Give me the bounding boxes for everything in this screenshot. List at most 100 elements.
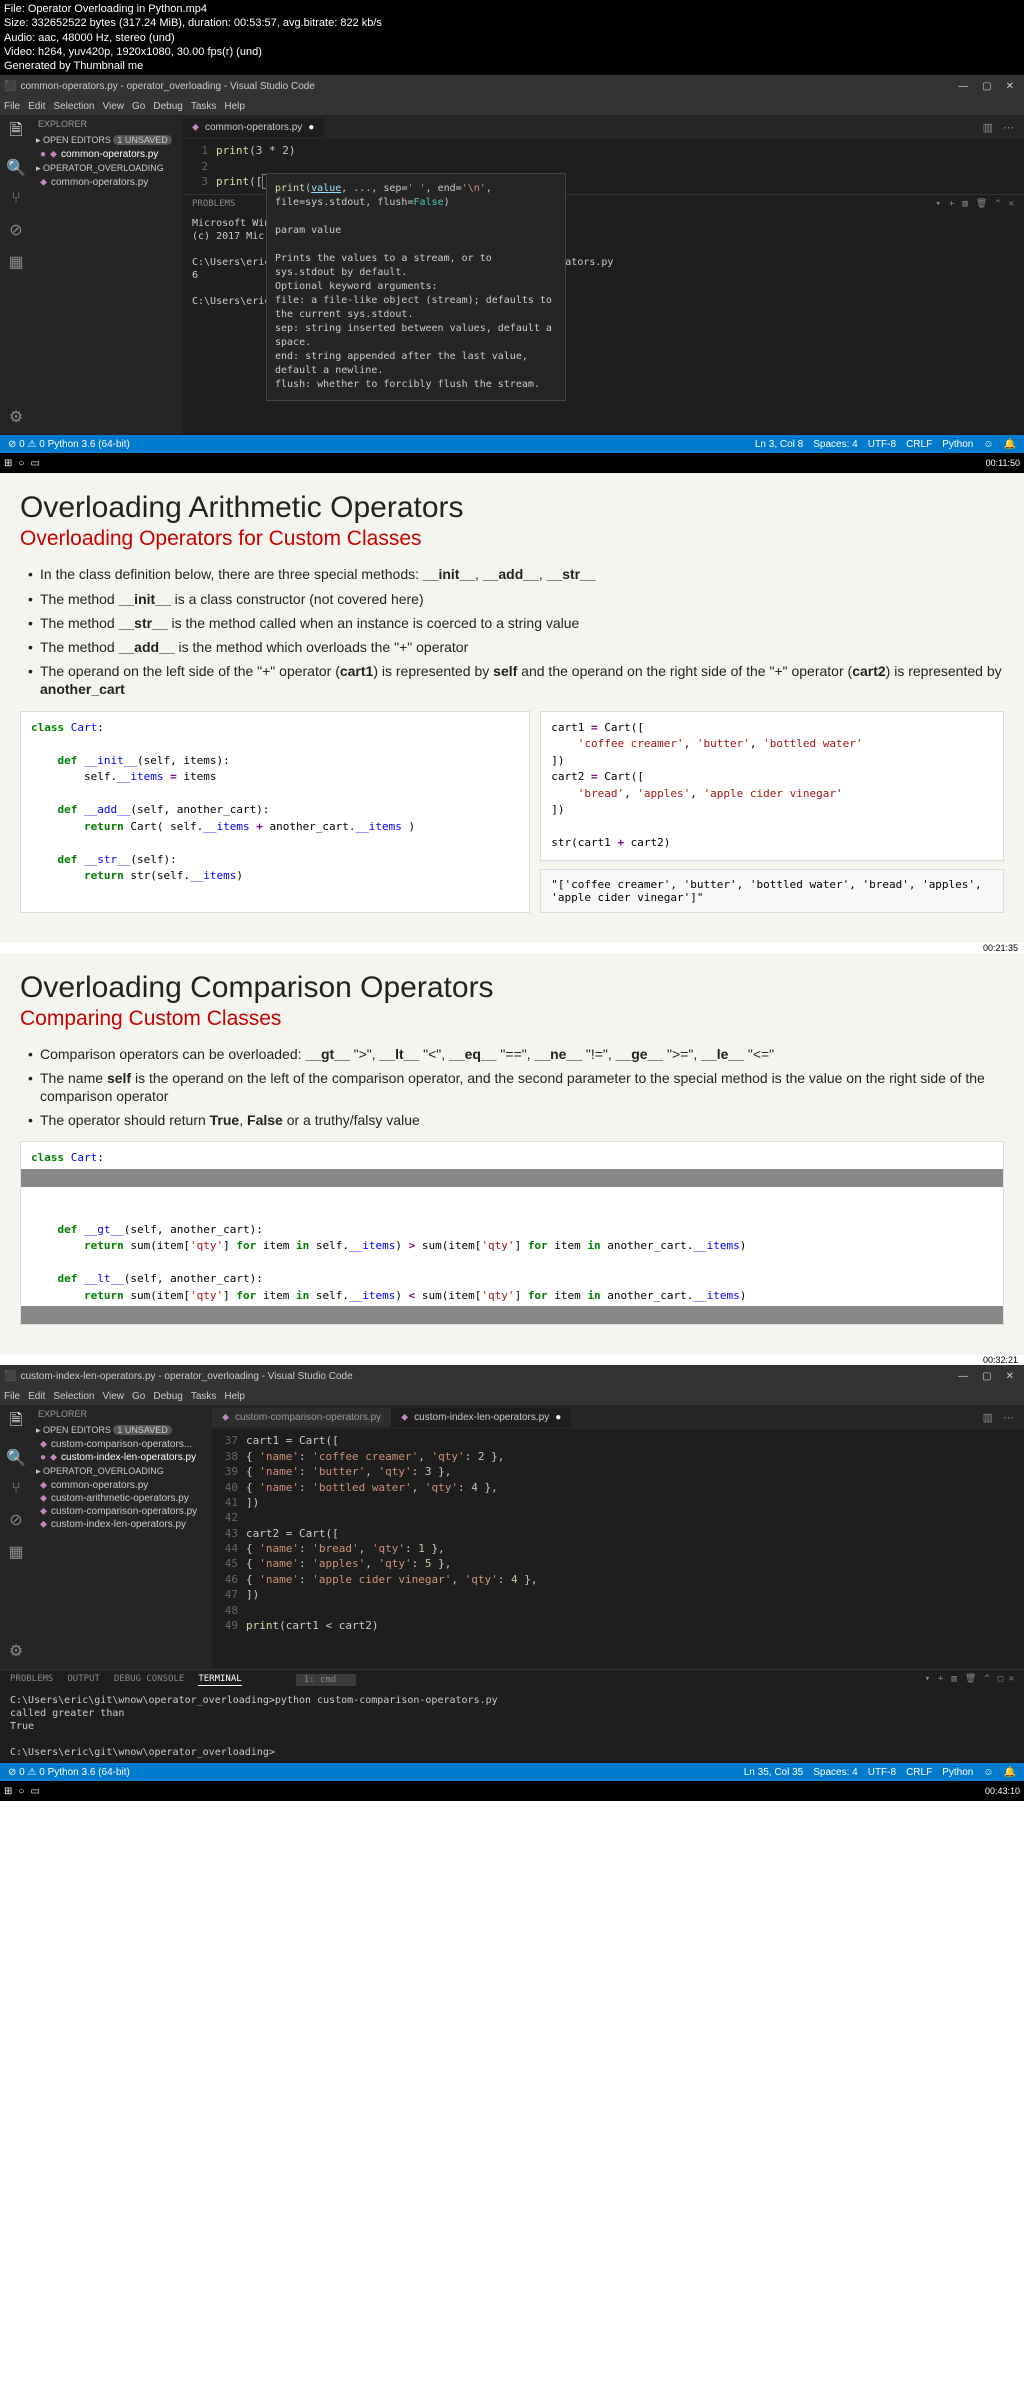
search-icon[interactable]: 🔍 [6,1448,26,1468]
close-icon[interactable]: ✕ [1006,81,1014,92]
feedback-icon[interactable]: ☺ [983,1767,993,1778]
new-terminal-icon[interactable]: + [949,199,954,209]
maximize-panel-icon[interactable]: ^ [984,1674,989,1686]
split-terminal-icon[interactable]: ▥ [962,199,967,209]
panel-problems[interactable]: PROBLEMS [10,1674,53,1686]
explorer-label: EXPLORER [32,115,182,133]
more-icon[interactable]: ⋯ [1003,1411,1014,1424]
code-block-class: class Cart: def __init__(self, items): s… [20,711,530,913]
taskbar-clock: 00:43:10 [985,1786,1020,1796]
split-icon[interactable]: ▥ [983,121,993,134]
open-editors-section[interactable]: ▸ OPEN EDITORS 1 UNSAVED [32,133,182,148]
tab-common-operators[interactable]: ⬥common-operators.py ● [182,118,324,137]
terminal-panel: PROBLEMS OUTPUT DEBUG CONSOLE TERMINAL 1… [0,1669,1024,1763]
sidebar-item-file[interactable]: ●⬥ common-operators.py [32,148,182,161]
signature-tooltip: print(value, ..., sep=' ', end='\n', fil… [266,173,566,401]
tab-comparison[interactable]: ⬥custom-comparison-operators.py [212,1408,391,1427]
panel-terminal[interactable]: TERMINAL [198,1674,241,1686]
window-title: custom-index-len-operators.py - operator… [20,1371,352,1382]
trash-icon[interactable]: 🗑 [976,199,987,209]
slide-bullets: Comparison operators can be overloaded: … [20,1045,1004,1130]
slide-title: Overloading Comparison Operators [20,971,1004,1005]
panel-debug[interactable]: DEBUG CONSOLE [114,1674,184,1686]
terminal-output[interactable]: C:\Users\eric\git\wnow\operator_overload… [0,1690,1024,1763]
feedback-icon[interactable]: ☺ [983,439,993,450]
activity-bar: 🗎 🔍 ⑂ ⊘ ▦ ⚙ [0,115,32,435]
vscode-window-2: ⬛ custom-index-len-operators.py - operat… [0,1365,1024,1801]
menu-bar[interactable]: FileEditSelectionViewGoDebugTasksHelp [0,97,1024,115]
slide-comparison-operators: Overloading Comparison Operators Compari… [0,953,1024,1356]
sidebar-item-file[interactable]: ⬥ common-operators.py [32,1479,212,1492]
code-block-usage: cart1 = Cart([ 'coffee creamer', 'butter… [540,711,1004,861]
code-output: "['coffee creamer', 'butter', 'bottled w… [540,869,1004,913]
timestamp: 00:21:35 [0,943,1024,953]
terminal-select[interactable]: 1: cmd [296,1674,357,1686]
git-icon[interactable]: ⑂ [11,1480,21,1498]
gear-icon[interactable]: ⚙ [9,1641,23,1661]
vscode-icon: ⬛ [4,1371,16,1382]
tab-index-len[interactable]: ⬥custom-index-len-operators.py ● [391,1408,571,1427]
terminal-dropdown-icon[interactable]: ▾ [925,1674,930,1686]
search-icon[interactable]: 🔍 [6,158,26,178]
title-bar: ⬛ custom-index-len-operators.py - operat… [0,1365,1024,1387]
panel-problems[interactable]: PROBLEMS [192,199,235,209]
editor-area: ⬥custom-comparison-operators.py ⬥custom-… [212,1405,1024,1669]
close-panel-icon[interactable]: ▢ ✕ [998,1674,1014,1686]
slide-subtitle: Comparing Custom Classes [20,1007,1004,1031]
slide-arithmetic-operators: Overloading Arithmetic Operators Overloa… [0,473,1024,942]
windows-taskbar[interactable]: ⊞ ○ ▭ 00:11:50 [0,453,1024,473]
editor-area: ⬥common-operators.py ● ▥ ⋯ 123 print(3 *… [182,115,1024,435]
maximize-panel-icon[interactable]: ^ [995,199,1000,209]
split-terminal-icon[interactable]: ▥ [951,1674,956,1686]
taskview-icon[interactable]: ▭ [30,458,39,469]
minimize-icon[interactable]: — [958,1371,968,1382]
metadata-header: File: Operator Overloading in Python.mp4… [0,0,1024,75]
sidebar-item-file[interactable]: ●⬥ custom-index-len-operators.py [32,1451,212,1464]
sidebar-item-file[interactable]: ⬥ common-operators.py [32,176,182,189]
git-icon[interactable]: ⑂ [11,190,21,208]
start-icon[interactable]: ⊞ [4,458,12,469]
menu-bar[interactable]: FileEditSelectionViewGoDebugTasksHelp [0,1387,1024,1405]
trash-icon[interactable]: 🗑 [965,1674,976,1686]
cortana-icon[interactable]: ○ [18,1786,24,1797]
maximize-icon[interactable]: ▢ [982,81,991,92]
files-icon[interactable]: 🗎 [10,119,23,146]
cortana-icon[interactable]: ○ [18,458,24,469]
vscode-icon: ⬛ [4,81,16,92]
taskview-icon[interactable]: ▭ [30,1786,39,1797]
windows-taskbar[interactable]: ⊞ ○ ▭ 00:43:10 [0,1781,1024,1801]
code-editor[interactable]: 37383940414243444546474849 cart1 = Cart(… [212,1429,1024,1637]
minimize-icon[interactable]: — [958,81,968,92]
new-terminal-icon[interactable]: + [938,1674,943,1686]
more-icon[interactable]: ⋯ [1003,121,1014,134]
extensions-icon[interactable]: ▦ [8,252,23,272]
code-block-comparison: class Cart: def __gt__(self, another_car… [20,1141,1004,1325]
extensions-icon[interactable]: ▦ [8,1542,23,1562]
taskbar-clock: 00:11:50 [986,458,1020,468]
title-bar: ⬛ common-operators.py - operator_overloa… [0,75,1024,97]
gear-icon[interactable]: ⚙ [9,407,23,427]
slide-bullets: In the class definition below, there are… [20,565,1004,698]
files-icon[interactable]: 🗎 [10,1409,23,1436]
maximize-icon[interactable]: ▢ [982,1371,991,1382]
terminal-dropdown[interactable]: ▾ [935,199,940,209]
bell-icon[interactable]: 🔔 [1004,1767,1016,1778]
code-editor[interactable]: 123 print(3 * 2) print([|]) print(value,… [182,139,1024,193]
status-bar: ⊘ 0 ⚠ 0 Python 3.6 (64-bit) Ln 3, Col 8 … [0,435,1024,453]
sidebar-item-file[interactable]: ⬥ custom-comparison-operators.py [32,1505,212,1518]
debug-icon[interactable]: ⊘ [9,1510,22,1530]
close-panel-icon[interactable]: ✕ [1009,199,1014,209]
split-icon[interactable]: ▥ [983,1411,993,1424]
sidebar-item-file[interactable]: ⬥ custom-arithmetic-operators.py [32,1492,212,1505]
panel-output[interactable]: OUTPUT [67,1674,100,1686]
sidebar-item-file[interactable]: ⬥ custom-comparison-operators... [32,1438,212,1451]
start-icon[interactable]: ⊞ [4,1786,12,1797]
folder-section[interactable]: ▸ OPERATOR_OVERLOADING [32,161,182,176]
bell-icon[interactable]: 🔔 [1004,439,1016,450]
vscode-window-1: ⬛ common-operators.py - operator_overloa… [0,75,1024,473]
close-icon[interactable]: ✕ [1006,1371,1014,1382]
debug-icon[interactable]: ⊘ [9,220,22,240]
slide-title: Overloading Arithmetic Operators [20,491,1004,525]
slide-subtitle: Overloading Operators for Custom Classes [20,527,1004,551]
sidebar-item-file[interactable]: ⬥ custom-index-len-operators.py [32,1518,212,1531]
